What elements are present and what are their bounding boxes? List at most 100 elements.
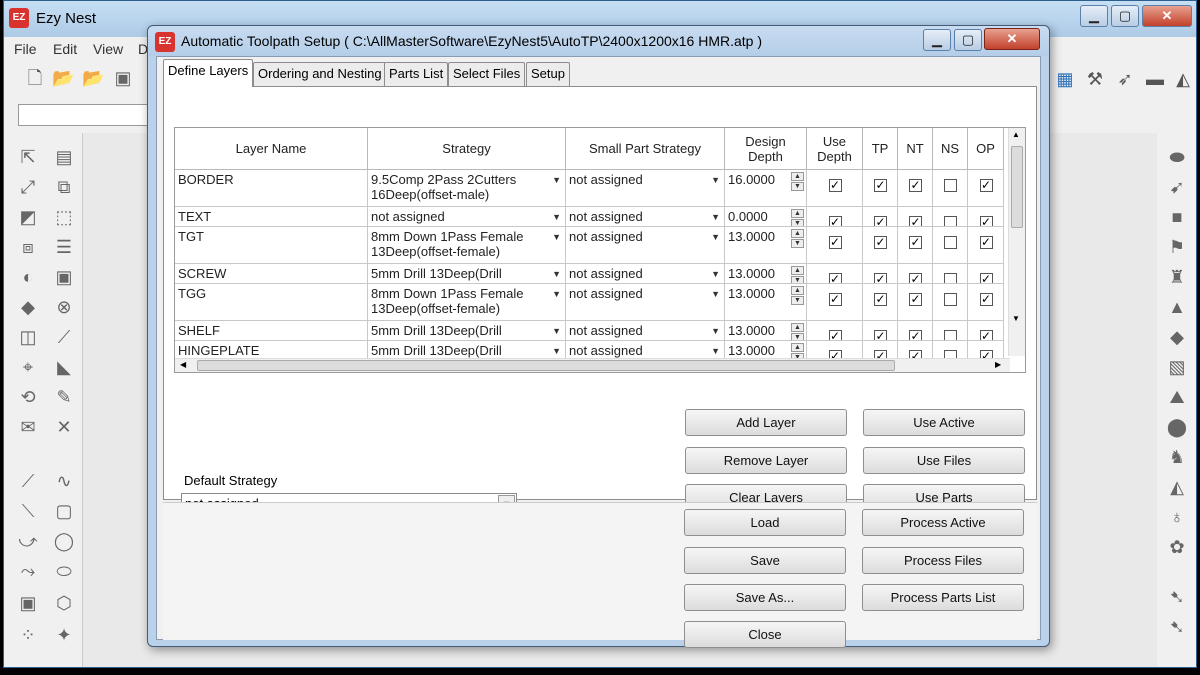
scroll-left-icon[interactable]: ◀ xyxy=(180,360,186,369)
checkbox[interactable]: ✓ xyxy=(979,273,993,283)
chevron-down-icon[interactable]: ▼ xyxy=(711,230,720,245)
grid-select-icon[interactable]: ▤ xyxy=(52,145,76,169)
move-node-icon[interactable]: ⤢ xyxy=(16,175,40,199)
chevron-down-icon[interactable]: ▼ xyxy=(711,210,720,225)
spin-up-icon[interactable]: ▲ xyxy=(791,286,804,295)
process-active-button[interactable]: Process Active xyxy=(862,509,1024,536)
cell-tp-checkbox[interactable]: ✓ xyxy=(863,207,898,227)
polyline-icon[interactable]: ⟍ xyxy=(16,499,40,523)
array-icon[interactable]: ▣ xyxy=(52,265,76,289)
mirror-icon[interactable]: ◐ xyxy=(16,265,40,289)
checkbox[interactable]: ✓ xyxy=(828,236,842,249)
cell-strategy[interactable]: not assigned ▼ xyxy=(368,207,566,227)
checkbox[interactable]: ✓ xyxy=(979,216,993,226)
header-design-depth[interactable]: Design Depth xyxy=(725,128,807,170)
grid-horizontal-scrollbar[interactable]: ◀ ▶ xyxy=(175,358,1010,372)
arrow-up-icon[interactable]: ▲ xyxy=(1165,295,1189,319)
header-small-part-strategy[interactable]: Small Part Strategy xyxy=(566,128,725,170)
text-tool-icon[interactable]: ◣ xyxy=(52,355,76,379)
cell-ns-checkbox[interactable] xyxy=(933,264,968,284)
checkbox[interactable]: ✓ xyxy=(828,330,842,340)
transform-icon[interactable]: ◩ xyxy=(16,205,40,229)
cell-op-checkbox[interactable]: ✓ xyxy=(968,207,1004,227)
menu-edit[interactable]: Edit xyxy=(53,41,77,57)
cell-small[interactable]: not assigned ▼ xyxy=(566,321,725,341)
cell-depth[interactable]: 13.0000 ▲ ▼ xyxy=(725,227,807,264)
cell-depth[interactable]: 16.0000 ▲ ▼ xyxy=(725,170,807,207)
cell-depth[interactable]: 13.0000 ▲ ▼ xyxy=(725,264,807,284)
header-op[interactable]: OP xyxy=(968,128,1004,170)
table-row[interactable]: TGT 8mm Down 1Pass Female 13Deep(offset-f… xyxy=(175,227,1010,264)
spin-down-icon[interactable]: ▼ xyxy=(791,296,804,305)
list-icon[interactable]: ☰ xyxy=(52,235,76,259)
diamond-icon[interactable]: ◆ xyxy=(1165,325,1189,349)
depth-spinner[interactable]: ▲ ▼ xyxy=(791,172,804,192)
grid-vertical-thumb[interactable] xyxy=(1011,146,1023,228)
star-icon[interactable]: ✦ xyxy=(52,623,76,647)
table-row[interactable]: BORDER 9.5Comp 2Pass 2Cutters 16Deep(offs… xyxy=(175,170,1010,207)
table-row[interactable]: SHELF5mm Drill 13Deep(Drill Center)▼not … xyxy=(175,321,1010,341)
process-files-button[interactable]: Process Files xyxy=(862,547,1024,574)
checkbox[interactable]: ✓ xyxy=(828,216,842,226)
map-icon[interactable]: ✿ xyxy=(1165,535,1189,559)
spin-up-icon[interactable]: ▲ xyxy=(791,266,804,275)
cell-use-depth-checkbox[interactable]: ✓ xyxy=(807,170,863,207)
spin-down-icon[interactable]: ▼ xyxy=(791,182,804,191)
checkbox[interactable]: ✓ xyxy=(828,293,842,306)
cell-ns-checkbox[interactable] xyxy=(933,207,968,227)
save-as-button[interactable]: Save As... xyxy=(684,584,846,611)
checkbox[interactable] xyxy=(944,330,957,340)
pointer-icon[interactable]: ➷ xyxy=(1165,585,1189,609)
cell-tp-checkbox[interactable]: ✓ xyxy=(863,321,898,341)
spin-down-icon[interactable]: ▼ xyxy=(791,333,804,340)
spin-up-icon[interactable]: ▲ xyxy=(791,343,804,352)
depth-spinner[interactable]: ▲ ▼ xyxy=(791,266,804,283)
grid-horizontal-thumb[interactable] xyxy=(197,360,895,371)
rectangle-icon[interactable]: ▢ xyxy=(52,499,76,523)
polygon-icon[interactable]: ⬡ xyxy=(52,591,76,615)
dialog-maximize-button[interactable]: ▢ xyxy=(954,29,982,51)
chevron-down-icon[interactable]: ▼ xyxy=(552,267,561,282)
cell-tp-checkbox[interactable]: ✓ xyxy=(863,170,898,207)
remove-layer-button[interactable]: Remove Layer xyxy=(685,447,847,474)
table-row[interactable]: TGG 8mm Down 1Pass Female 13Deep(offset-f… xyxy=(175,284,1010,321)
trophy-icon[interactable]: ♜ xyxy=(1165,265,1189,289)
cell-layer[interactable]: TGT xyxy=(175,227,368,264)
checkbox[interactable] xyxy=(944,236,957,249)
cell-layer[interactable]: BORDER xyxy=(175,170,368,207)
menu-file[interactable]: File xyxy=(14,41,37,57)
rotate-icon[interactable]: ⟲ xyxy=(16,385,40,409)
cell-nt-checkbox[interactable]: ✓ xyxy=(898,264,933,284)
checkbox[interactable]: ✓ xyxy=(874,236,887,249)
depth-spinner[interactable]: ▲ ▼ xyxy=(791,229,804,249)
cell-tp-checkbox[interactable]: ✓ xyxy=(863,264,898,284)
offset-icon[interactable]: ◫ xyxy=(16,325,40,349)
cell-small[interactable]: not assigned ▼ xyxy=(566,264,725,284)
mountain-icon[interactable]: ⛰ xyxy=(1165,385,1189,409)
use-files-button[interactable]: Use Files xyxy=(863,447,1025,474)
crop-icon[interactable]: ⧉ xyxy=(52,175,76,199)
cell-use-depth-checkbox[interactable]: ✓ xyxy=(807,207,863,227)
checkbox[interactable]: ✓ xyxy=(874,330,887,340)
cell-ns-checkbox[interactable] xyxy=(933,321,968,341)
cell-use-depth-checkbox[interactable]: ✓ xyxy=(807,321,863,341)
header-strategy[interactable]: Strategy xyxy=(368,128,566,170)
cell-depth[interactable]: 13.0000 ▲ ▼ xyxy=(725,284,807,321)
cell-small[interactable]: not assigned ▼ xyxy=(566,170,725,207)
new-file-icon[interactable]: 🗋 xyxy=(24,67,46,89)
app-close-button[interactable]: ✕ xyxy=(1142,5,1192,27)
frame-icon[interactable]: ▣ xyxy=(16,591,40,615)
cell-op-checkbox[interactable]: ✓ xyxy=(968,284,1004,321)
wrench-icon[interactable]: ✕ xyxy=(52,415,76,439)
tab-define-layers[interactable]: Define Layers xyxy=(163,59,254,87)
cell-ns-checkbox[interactable] xyxy=(933,227,968,264)
spin-down-icon[interactable]: ▼ xyxy=(791,219,804,226)
open-blue-folder-icon[interactable]: 📂 xyxy=(82,67,104,89)
process-parts-list-button[interactable]: Process Parts List xyxy=(862,584,1024,611)
blob-icon[interactable]: ⬤ xyxy=(1165,415,1189,439)
checkbox[interactable]: ✓ xyxy=(979,330,993,340)
chevron-down-icon[interactable]: ▼ xyxy=(552,230,561,245)
cell-nt-checkbox[interactable]: ✓ xyxy=(898,207,933,227)
header-use-depth[interactable]: Use Depth xyxy=(807,128,863,170)
tab-setup[interactable]: Setup xyxy=(526,62,570,86)
